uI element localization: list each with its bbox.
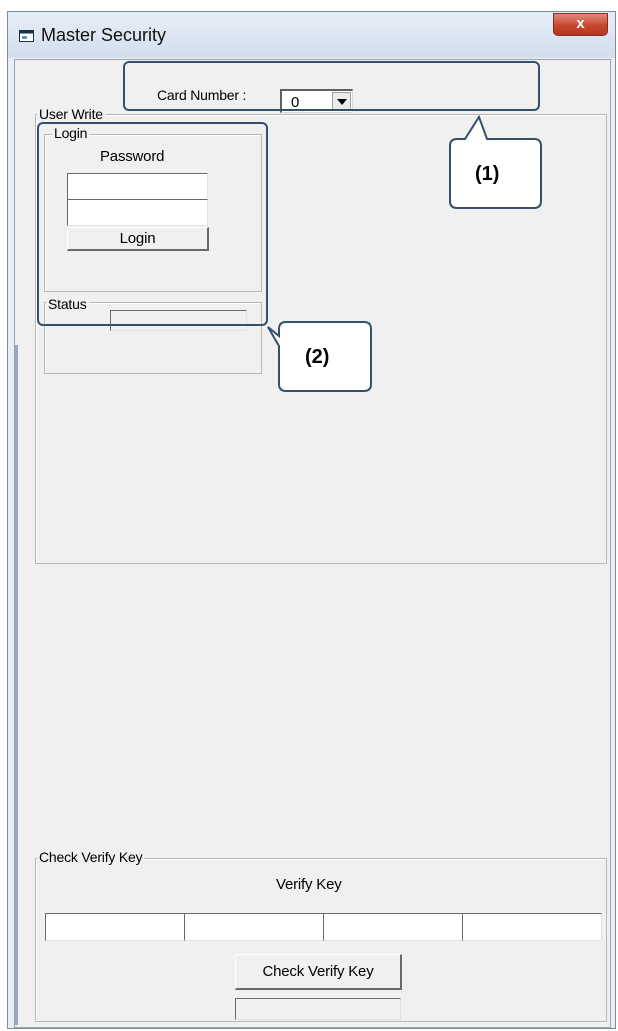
callout-1-label: (1) <box>475 163 500 185</box>
callout-2-label: (2) <box>305 346 330 368</box>
callout-bubbles <box>267 114 542 392</box>
